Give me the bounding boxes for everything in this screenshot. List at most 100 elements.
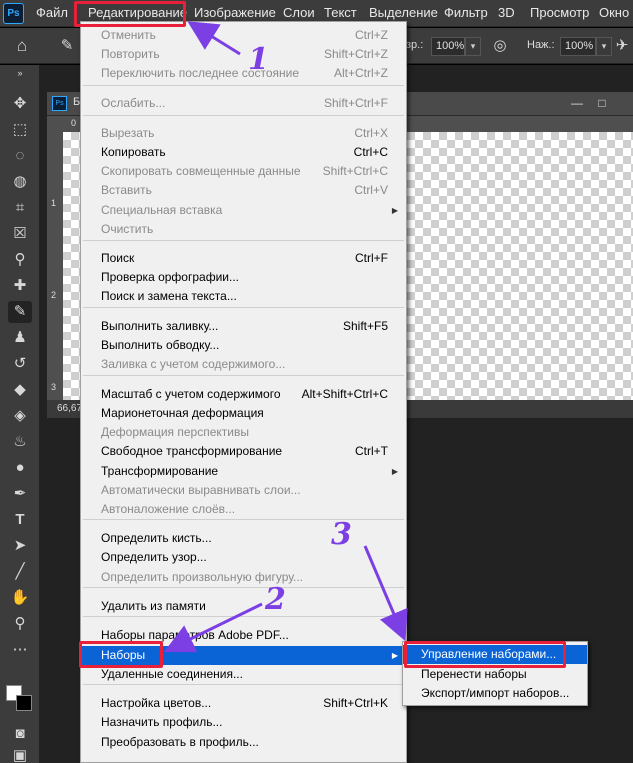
menu-item-copy[interactable]: Копировать Ctrl+C (81, 143, 406, 162)
menu-separator (83, 115, 404, 116)
menu-item-free-transform[interactable]: Свободное трансформирование Ctrl+T (81, 442, 406, 461)
menu-item-label: Копировать (101, 145, 166, 159)
menu-item-shortcut: Shift+Ctrl+Z (323, 47, 388, 61)
menu-item-stroke[interactable]: Выполнить обводку... (81, 336, 406, 355)
menu-item-label: Ослабить... (101, 96, 166, 110)
pressure-opacity-icon[interactable]: ◎ (488, 35, 512, 57)
type-tool-icon[interactable]: T (8, 509, 32, 531)
move-tool-icon[interactable]: ✥ (8, 93, 32, 115)
ruler-label: 1 (51, 198, 57, 208)
menu-layers[interactable]: Слои (283, 4, 315, 22)
menu-item-label: Поиск и замена текста... (101, 289, 237, 303)
opacity-field[interactable]: 100% (431, 37, 465, 56)
menu-item-label: Специальная вставка (101, 203, 223, 217)
flow-field[interactable]: 100% (560, 37, 596, 56)
submenu-item-label: Экспорт/импорт наборов... (421, 686, 570, 700)
collapse-toolbar-icon[interactable]: » (8, 67, 32, 79)
menu-item-define-brush[interactable]: Определить кисть... (81, 529, 406, 548)
menu-item-shortcut: Alt+Ctrl+Z (333, 66, 388, 80)
brush-tool-icon[interactable]: ✎ (8, 301, 32, 323)
frame-tool-icon[interactable]: ☒ (8, 223, 32, 245)
photoshop-logo-icon: Ps (3, 3, 24, 24)
menu-view[interactable]: Просмотр (530, 4, 589, 22)
menu-filter[interactable]: Фильтр (444, 4, 488, 22)
hand-tool-icon[interactable]: ✋ (8, 587, 32, 609)
menu-item-label: Скопировать совмещенные данные (101, 164, 301, 178)
flow-dropdown-icon[interactable]: ▾ (596, 37, 612, 56)
menu-item-label: Поиск (101, 251, 135, 265)
menu-item-label: Проверка орфографии... (101, 270, 239, 284)
menu-item-label: Удалить из памяти (101, 599, 206, 613)
menu-item-shortcut: Shift+Ctrl+C (322, 164, 388, 178)
menu-item-shortcut: Ctrl+T (355, 444, 388, 458)
ruler-label: 3 (51, 382, 57, 392)
home-icon[interactable]: ⌂ (10, 35, 34, 57)
menu-window[interactable]: Окно (599, 4, 629, 22)
screen-mode-icon[interactable]: ▣ (8, 745, 32, 763)
paint-bucket-tool-icon[interactable]: ◈ (8, 405, 32, 427)
menu-item-shortcut: Ctrl+Z (355, 28, 388, 42)
lasso-tool-icon[interactable]: ◌ (8, 145, 32, 167)
opacity-label: зр.: (406, 39, 424, 51)
quick-mask-icon[interactable]: ◙ (8, 723, 32, 745)
menu-item-define-pattern[interactable]: Определить узор... (81, 548, 406, 567)
pen-tool-icon[interactable]: ✒ (8, 483, 32, 505)
menu-item-label: Очистить (101, 222, 154, 236)
menu-item-label: Вырезать (101, 126, 155, 140)
menu-item-shortcut: Alt+Shift+Ctrl+C (301, 387, 388, 401)
menu-item-puppet-warp[interactable]: Марионеточная деформация (81, 404, 406, 423)
menu-select[interactable]: Выделение (369, 4, 438, 22)
line-tool-icon[interactable]: ╱ (8, 561, 32, 583)
menu-item-find[interactable]: Поиск Ctrl+F (81, 249, 406, 268)
opacity-dropdown-icon[interactable]: ▾ (465, 37, 481, 56)
brush-preset-icon[interactable]: ✎ (55, 35, 79, 57)
highlight-box-edit-menu (74, 1, 186, 27)
dodge-tool-icon[interactable]: ● (8, 457, 32, 479)
path-selection-tool-icon[interactable]: ➤ (8, 535, 32, 557)
menu-item-copy-merged: Скопировать совмещенные данные Shift+Ctrl… (81, 162, 406, 181)
eyedropper-tool-icon[interactable]: ⚲ (8, 249, 32, 271)
menu-item-label: Преобразовать в профиль... (101, 735, 259, 749)
menu-item-label: Трансформирование (101, 464, 219, 478)
menu-item-fade: Ослабить... Shift+Ctrl+F (81, 94, 406, 113)
menu-separator (83, 519, 404, 520)
background-color-swatch[interactable] (16, 695, 32, 711)
crop-tool-icon[interactable]: ⌗ (8, 197, 32, 219)
menu-item-paste-special: Специальная вставка ▶ (81, 201, 406, 220)
zoom-tool-icon[interactable]: ⚲ (8, 613, 32, 635)
menu-item-paste: Вставить Ctrl+V (81, 181, 406, 200)
quick-select-tool-icon[interactable]: ◍ (8, 171, 32, 193)
highlight-box-presets (79, 641, 163, 668)
menu-item-label: Автоматически выравнивать слои... (101, 483, 301, 497)
menu-item-check-spelling[interactable]: Проверка орфографии... (81, 268, 406, 287)
menu-item-convert-to-profile[interactable]: Преобразовать в профиль... (81, 733, 406, 752)
menu-image[interactable]: Изображение (194, 4, 276, 22)
airbrush-icon[interactable]: ✈ (613, 35, 631, 57)
marquee-tool-icon[interactable]: ⬚ (8, 119, 32, 141)
menu-separator (83, 240, 404, 241)
menu-3d[interactable]: 3D (498, 4, 515, 22)
healing-brush-tool-icon[interactable]: ✚ (8, 275, 32, 297)
menu-item-assign-profile[interactable]: Назначить профиль... (81, 713, 406, 732)
menu-item-purge[interactable]: Удалить из памяти (81, 597, 406, 616)
history-brush-tool-icon[interactable]: ↺ (8, 353, 32, 375)
menu-file[interactable]: Файл (36, 4, 68, 22)
menu-item-clear: Очистить (81, 220, 406, 239)
submenu-item-export-import-presets[interactable]: Экспорт/импорт наборов... (403, 684, 587, 703)
menu-item-find-replace-text[interactable]: Поиск и замена текста... (81, 287, 406, 306)
blur-tool-icon[interactable]: ♨ (8, 431, 32, 453)
menu-item-color-settings[interactable]: Настройка цветов... Shift+Ctrl+K (81, 694, 406, 713)
menu-item-label: Настройка цветов... (101, 696, 212, 710)
minimize-icon[interactable]: — (567, 94, 587, 112)
menu-item-label: Назначить профиль... (101, 715, 223, 729)
clone-stamp-tool-icon[interactable]: ♟ (8, 327, 32, 349)
menu-item-fill[interactable]: Выполнить заливку... Shift+F5 (81, 317, 406, 336)
eraser-tool-icon[interactable]: ◆ (8, 379, 32, 401)
menu-type[interactable]: Текст (324, 4, 357, 22)
highlight-box-preset-manager (404, 641, 566, 668)
menu-item-label: Отменить (101, 28, 156, 42)
menu-item-content-aware-scale[interactable]: Масштаб с учетом содержимого Alt+Shift+Ct… (81, 385, 406, 404)
maximize-icon[interactable]: □ (592, 94, 612, 112)
menu-item-transform[interactable]: Трансформирование ▶ (81, 462, 406, 481)
more-tools-icon[interactable]: ⋯ (8, 639, 32, 661)
